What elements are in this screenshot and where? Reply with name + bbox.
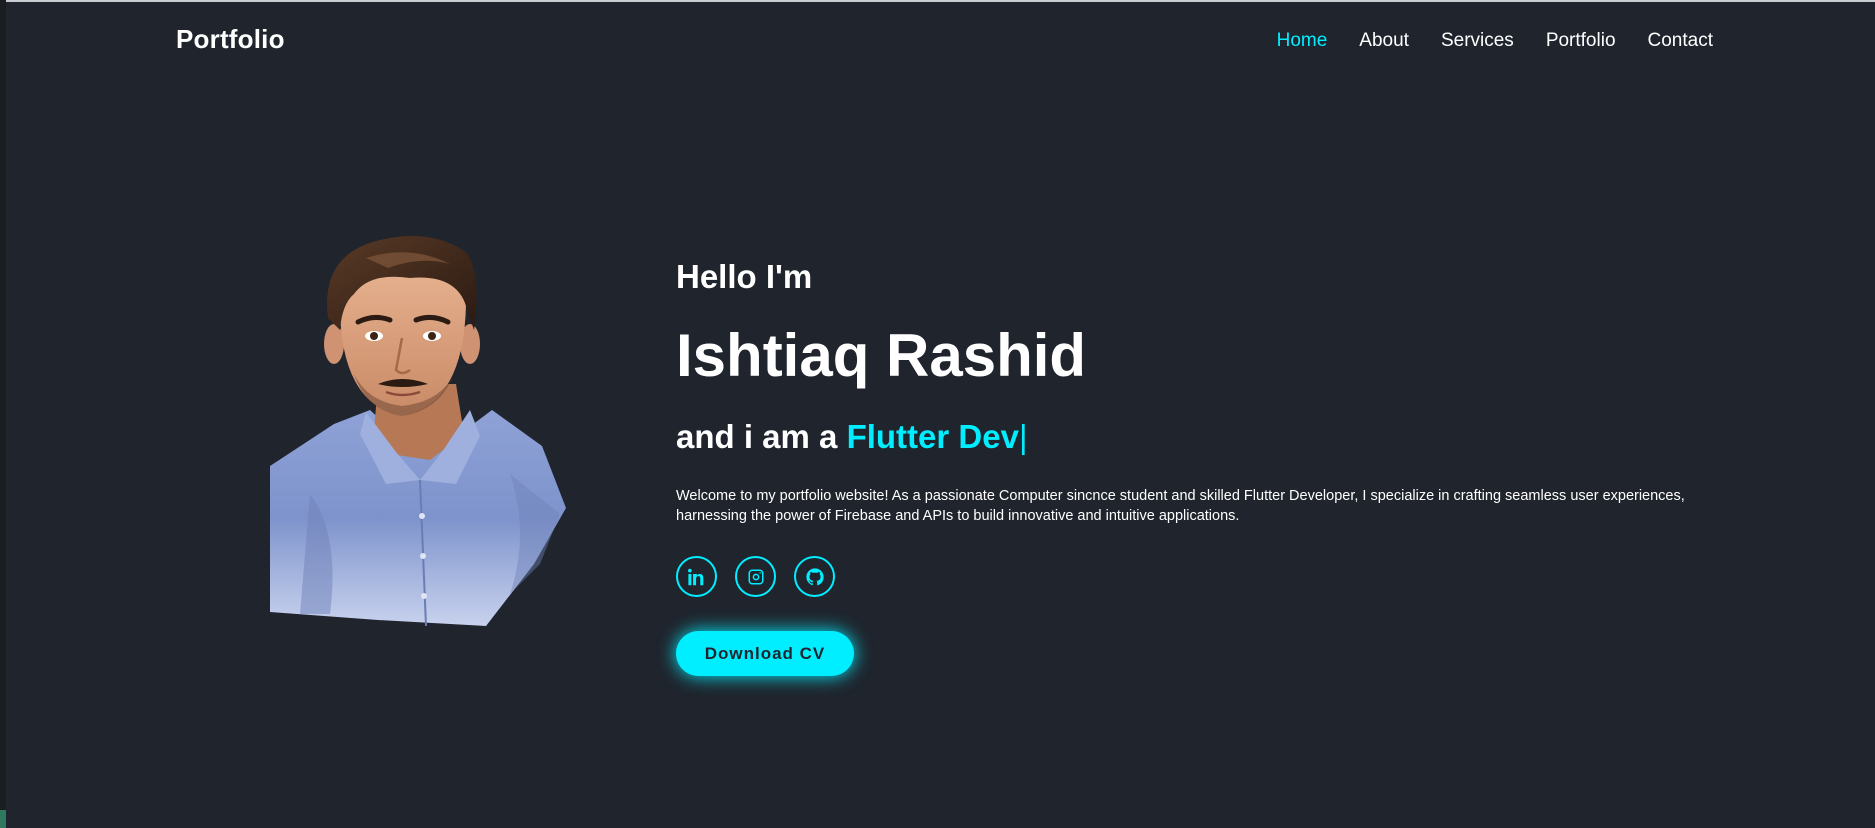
- main-nav: Home About Services Portfolio Contact: [1277, 30, 1713, 52]
- site-header: Portfolio Home About Services Portfolio …: [0, 2, 1875, 80]
- intro-paragraph: Welcome to my portfolio website! As a pa…: [676, 488, 1685, 524]
- github-link[interactable]: [794, 556, 835, 597]
- greeting-heading: Hello I'm: [676, 258, 813, 295]
- site-logo[interactable]: Portfolio: [176, 24, 285, 55]
- instagram-link[interactable]: [735, 556, 776, 597]
- instagram-icon: [748, 569, 763, 584]
- social-links: [676, 556, 1716, 597]
- github-icon: [805, 567, 824, 585]
- nav-services[interactable]: Services: [1441, 30, 1514, 52]
- linkedin-link[interactable]: [676, 556, 717, 597]
- nav-portfolio[interactable]: Portfolio: [1546, 30, 1616, 52]
- typing-cursor: |: [1018, 418, 1028, 455]
- nav-contact[interactable]: Contact: [1648, 30, 1713, 52]
- profile-portrait: [270, 236, 566, 626]
- role-heading: and i am a Flutter Dev|: [676, 414, 1716, 460]
- left-edge-accent: [0, 810, 6, 828]
- role-prefix: and i am a: [676, 418, 847, 455]
- role-highlight: Flutter Dev: [846, 418, 1019, 455]
- hero-section: Hello I'm Ishtiaq Rashid and i am a Flut…: [676, 254, 1716, 676]
- nav-home[interactable]: Home: [1277, 30, 1328, 52]
- left-edge-strip: [0, 0, 6, 828]
- linkedin-icon: [687, 568, 703, 585]
- nav-about[interactable]: About: [1359, 30, 1409, 52]
- download-cv-button[interactable]: Download CV: [676, 631, 854, 676]
- name-heading: Ishtiaq Rashid: [676, 322, 1087, 389]
